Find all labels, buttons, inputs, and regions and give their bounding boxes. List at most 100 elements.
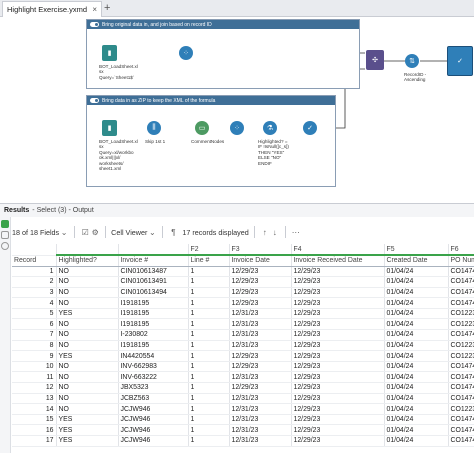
table-cell[interactable]: YES (56, 414, 119, 426)
table-cell[interactable]: JCJW946 (118, 435, 189, 447)
table-cell[interactable]: 1 (188, 340, 230, 352)
workflow-canvas[interactable]: Bring original data in, and join based o… (0, 17, 474, 201)
table-cell[interactable]: JCBZ563 (118, 393, 189, 405)
table-cell[interactable]: CO1474 (448, 266, 474, 278)
column-header[interactable]: Line # (188, 254, 230, 267)
table-row[interactable]: 4 NO I1918195 1 12/29/23 12/29/23 01/04/24 CO14… (12, 297, 474, 309)
join-tool-icon[interactable]: ✣ (366, 50, 384, 70)
table-cell[interactable]: 1 (188, 393, 230, 405)
table-cell[interactable]: IN4420554 (118, 350, 189, 362)
table-cell[interactable]: CO1474 (448, 297, 474, 309)
table-cell[interactable]: 12/29/23 (229, 361, 292, 373)
table-cell[interactable]: 12/29/23 (291, 287, 385, 299)
record-cell[interactable]: 1 (12, 266, 57, 278)
table-cell[interactable]: 12/29/23 (291, 266, 385, 278)
column-header[interactable]: Created Date (384, 254, 449, 267)
table-cell[interactable]: NO (56, 318, 119, 331)
table-cell[interactable]: 12/31/23 (229, 308, 292, 320)
table-cell[interactable]: 1 (188, 276, 230, 288)
table-cell[interactable]: NO (56, 403, 119, 415)
column-header[interactable]: Record (12, 255, 57, 267)
table-row[interactable]: 11 NO INV-663222 1 12/31/23 12/29/23 01/04/24 C… (12, 371, 474, 384)
table-cell[interactable]: 01/04/24 (384, 382, 449, 394)
table-cell[interactable]: 12/31/23 (229, 435, 292, 447)
table-cell[interactable]: 12/29/23 (291, 276, 385, 288)
table-cell[interactable]: 01/04/24 (384, 403, 449, 415)
metadata-icon[interactable] (1, 231, 9, 239)
table-row[interactable]: 5 YES I1918195 1 12/31/23 12/29/23 01/04/24 CO1… (12, 308, 474, 320)
table-cell[interactable]: CO1223 (448, 308, 474, 320)
tab-highlight-exercise[interactable]: Highlight Exercise.yxmd × (2, 1, 102, 17)
add-tab-icon[interactable]: + (104, 2, 110, 14)
table-cell[interactable]: CO1474 (448, 361, 474, 373)
results-grid[interactable]: F2 F3 F4 F5 F6 Record Highlighted? Invoice # Li… (12, 244, 474, 453)
table-cell[interactable]: 01/04/24 (384, 424, 449, 436)
table-cell[interactable]: 01/04/24 (384, 414, 449, 426)
table-row[interactable]: 12 NO JBX5323 1 12/29/23 12/29/23 01/04/24 CO14… (12, 382, 474, 394)
table-cell[interactable]: JCJW946 (118, 424, 189, 436)
fields-selector[interactable]: 18 of 18 Fields (12, 228, 59, 237)
table-cell[interactable]: CO1474 (448, 276, 474, 288)
table-cell[interactable]: 12/29/23 (291, 371, 385, 384)
table-row[interactable]: 15 YES JCJW946 1 12/31/23 12/29/23 01/04/24 CO1… (12, 414, 474, 426)
table-cell[interactable]: NO (56, 361, 119, 373)
column-header[interactable]: Highlighted? (56, 254, 119, 267)
table-cell[interactable]: 12/29/23 (291, 308, 385, 320)
table-cell[interactable]: 1 (188, 403, 230, 415)
more-icon[interactable]: ⋯ (291, 228, 301, 237)
table-cell[interactable]: I1918195 (118, 297, 189, 309)
table-row[interactable]: 14 NO JCJW946 1 12/31/23 12/29/23 01/04/24 CO12… (12, 403, 474, 415)
table-cell[interactable]: 01/04/24 (384, 361, 449, 373)
record-cell[interactable]: 15 (12, 414, 57, 426)
table-cell[interactable]: 01/04/24 (384, 318, 449, 331)
chevron-down-icon[interactable]: ⌄ (59, 228, 69, 237)
table-cell[interactable]: 12/29/23 (291, 329, 385, 341)
table-cell[interactable]: NO (56, 276, 119, 288)
record-cell[interactable]: 10 (12, 361, 57, 373)
table-cell[interactable]: 12/29/23 (291, 424, 385, 436)
table-cell[interactable]: 01/04/24 (384, 393, 449, 405)
table-cell[interactable]: 1 (188, 424, 230, 436)
table-cell[interactable]: NO (56, 297, 119, 309)
table-cell[interactable]: 01/04/24 (384, 329, 449, 341)
table-cell[interactable]: CO1223 (448, 350, 474, 362)
record-cell[interactable]: 5 (12, 308, 57, 320)
table-cell[interactable]: 12/31/23 (229, 393, 292, 405)
table-cell[interactable]: CO1474 (448, 287, 474, 299)
column-header[interactable]: PO Num (448, 254, 474, 267)
table-cell[interactable]: NO (56, 266, 119, 278)
table-cell[interactable]: 12/29/23 (229, 287, 292, 299)
record-cell[interactable]: 12 (12, 382, 57, 394)
table-cell[interactable]: CO1474 (448, 424, 474, 436)
toggle-icon[interactable] (90, 22, 99, 27)
select-output-tool-icon[interactable]: ✓ (447, 46, 473, 76)
table-cell[interactable]: 01/04/24 (384, 371, 449, 384)
table-cell[interactable]: 12/31/23 (229, 371, 292, 384)
table-cell[interactable]: 01/04/24 (384, 297, 449, 309)
table-cell[interactable]: 12/29/23 (291, 382, 385, 394)
table-cell[interactable]: 01/04/24 (384, 340, 449, 352)
settings-icon[interactable]: ⚙ (90, 228, 100, 237)
table-cell[interactable]: NO (56, 371, 119, 384)
table-row[interactable]: 8 NO I1918195 1 12/31/23 12/29/23 01/04/24 CO12… (12, 340, 474, 352)
arrow-up-icon[interactable]: ↑ (260, 228, 270, 237)
table-cell[interactable]: 12/31/23 (229, 318, 292, 331)
table-cell[interactable]: CIN010613494 (118, 287, 189, 299)
xml-parse-tool-icon[interactable]: ⫼ (147, 121, 161, 135)
table-cell[interactable]: 01/04/24 (384, 287, 449, 299)
column-header[interactable]: Invoice Date (229, 254, 292, 267)
table-cell[interactable]: 1 (188, 308, 230, 320)
table-cell[interactable]: CO1474 (448, 393, 474, 405)
table-cell[interactable]: 12/29/23 (229, 276, 292, 288)
table-cell[interactable]: YES (56, 350, 119, 362)
table-cell[interactable]: 12/29/23 (291, 297, 385, 309)
comment-nodes-tool-icon[interactable]: ▭ (195, 121, 209, 135)
table-row[interactable]: 1 NO CIN010613487 1 12/29/23 12/29/23 01/04/24… (12, 266, 474, 278)
table-cell[interactable]: YES (56, 435, 119, 447)
table-row[interactable]: 17 YES JCJW946 1 12/31/23 12/29/23 01/04/24 CO1… (12, 435, 474, 447)
table-cell[interactable]: 01/04/24 (384, 435, 449, 447)
table-cell[interactable]: 12/29/23 (291, 393, 385, 405)
table-cell[interactable]: NO (56, 393, 119, 405)
select-tool-icon[interactable]: ✓ (303, 121, 317, 135)
table-cell[interactable]: 01/04/24 (384, 276, 449, 288)
